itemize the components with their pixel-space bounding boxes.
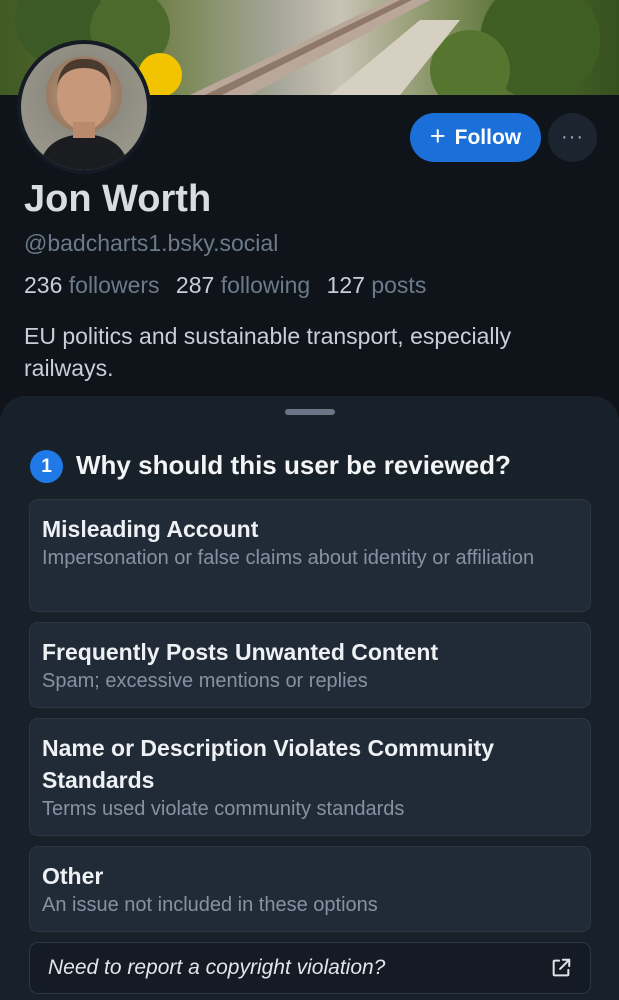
sheet-drag-handle[interactable] [285, 409, 335, 415]
option-description: Impersonation or false claims about iden… [42, 547, 535, 569]
report-option-misleading-account[interactable]: Misleading Account Impersonation or fals… [29, 499, 591, 612]
avatar-image [21, 44, 147, 170]
profile-stats: 236 followers 287 following 127 posts [24, 272, 436, 299]
option-title: Frequently Posts Unwanted Content [42, 639, 439, 665]
option-description: Spam; excessive mentions or replies [42, 670, 368, 692]
posts-label: posts [371, 272, 427, 298]
report-title: Why should this user be reviewed? [76, 450, 511, 480]
option-title: Misleading Account [42, 516, 259, 542]
following-label: following [220, 272, 311, 298]
step-number-badge: 1 [30, 450, 63, 483]
avatar[interactable] [17, 40, 151, 174]
followers-count: 236 [24, 272, 63, 298]
more-options-button[interactable]: ··· [548, 113, 597, 162]
posts-count: 127 [326, 272, 365, 298]
option-title: Name or Description Violates Community S… [42, 735, 495, 793]
option-title: Other [42, 863, 104, 889]
report-option-name-violation[interactable]: Name or Description Violates Community S… [29, 718, 591, 836]
follow-label: Follow [454, 125, 522, 149]
option-description: An issue not included in these options [42, 894, 378, 916]
report-option-other[interactable]: Other An issue not included in these opt… [29, 846, 591, 932]
copyright-link-text: Need to report a copyright violation? [48, 956, 386, 979]
ellipsis-icon: ··· [561, 126, 584, 148]
followers-label: followers [68, 272, 160, 298]
display-name: Jon Worth [24, 178, 212, 220]
copyright-report-link[interactable]: Need to report a copyright violation? [29, 942, 591, 994]
follow-button[interactable]: + Follow [410, 113, 541, 162]
following-count: 287 [175, 272, 215, 298]
plus-icon: + [429, 120, 446, 151]
handle: @badcharts1.bsky.social [24, 230, 279, 256]
following-stat[interactable]: 287 following [176, 272, 310, 298]
external-link-icon [552, 958, 571, 977]
report-option-unwanted-content[interactable]: Frequently Posts Unwanted Content Spam; … [29, 622, 591, 708]
option-description: Terms used violate community standards [42, 798, 405, 820]
followers-stat[interactable]: 236 followers [24, 272, 160, 298]
report-sheet: 1 Why should this user be reviewed? Misl… [0, 396, 619, 1000]
profile-bio: EU politics and sustainable transport, e… [24, 323, 512, 381]
posts-stat: 127 posts [327, 272, 427, 298]
